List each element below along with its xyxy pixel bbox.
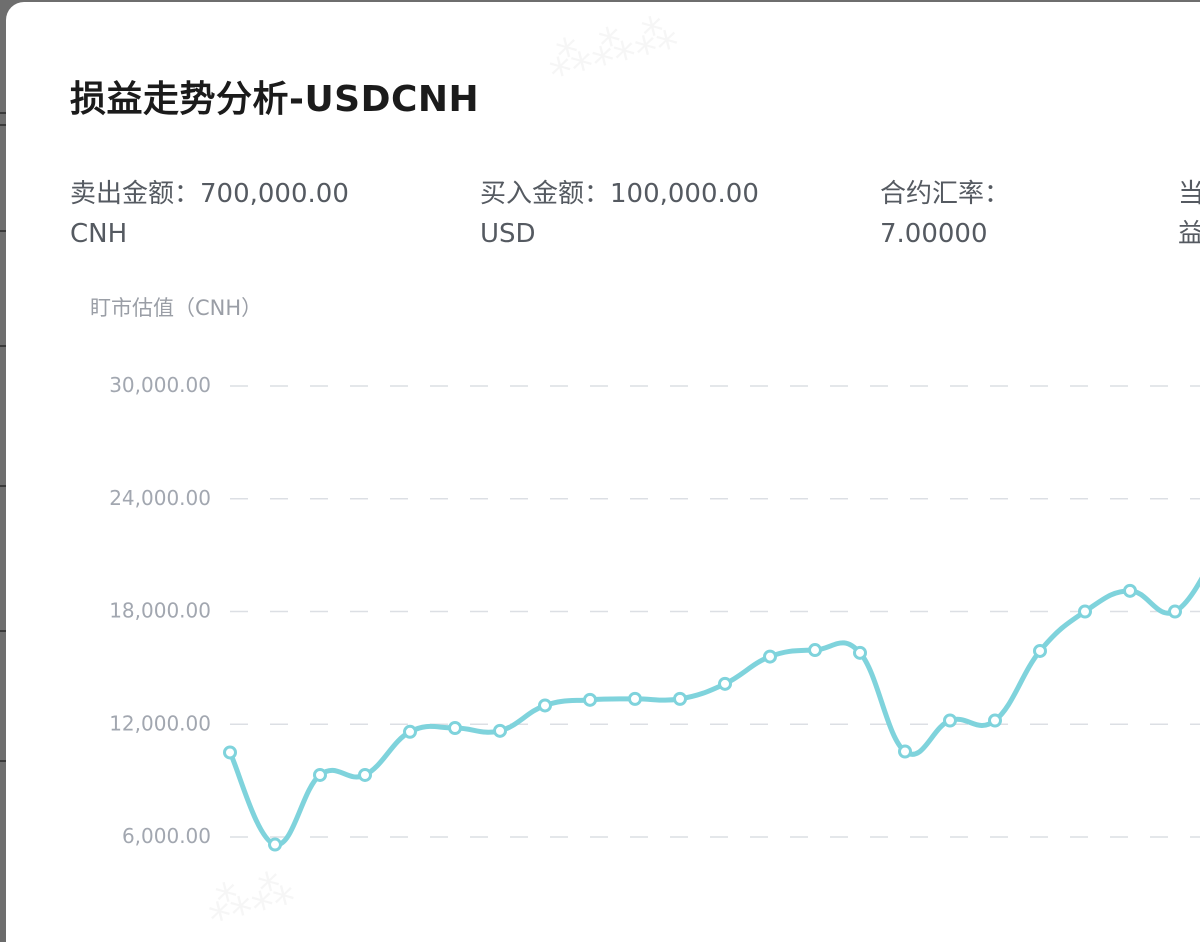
data-point[interactable]	[448, 721, 462, 736]
data-point[interactable]	[763, 649, 777, 664]
data-point[interactable]	[898, 744, 912, 759]
data-point[interactable]	[1123, 583, 1137, 598]
y-tick-label: 24,000.00	[109, 486, 211, 510]
data-point[interactable]	[988, 713, 1002, 728]
pnl-line-chart: 6,000.00 12,000.00 18,000.00 24,000.00 30,00…	[109, 373, 1200, 852]
data-point[interactable]	[628, 691, 642, 706]
data-point[interactable]	[583, 692, 597, 707]
data-point[interactable]	[223, 745, 237, 760]
data-point[interactable]	[313, 767, 327, 782]
data-point[interactable]	[808, 643, 822, 658]
data-point[interactable]	[493, 723, 507, 738]
y-tick-label: 18,000.00	[109, 599, 211, 623]
series-line	[227, 576, 1200, 848]
data-point[interactable]	[853, 645, 867, 660]
data-point[interactable]	[1168, 604, 1182, 619]
data-point[interactable]	[718, 676, 732, 691]
data-point[interactable]	[1033, 643, 1047, 658]
y-tick-label: 12,000.00	[109, 711, 211, 735]
data-point[interactable]	[673, 691, 687, 706]
data-point[interactable]	[1078, 604, 1092, 619]
y-tick-label: 30,000.00	[109, 373, 211, 397]
data-point[interactable]	[538, 698, 552, 713]
data-point[interactable]	[403, 724, 417, 739]
data-point[interactable]	[358, 767, 372, 782]
y-tick-label: 6,000.00	[122, 824, 211, 848]
data-point[interactable]	[943, 713, 957, 728]
pnl-trend-dialog: ⁂⁂⁂ ⁂⁂ 损益走势分析-USDCNH 卖出金额：700,000.00 CNH…	[6, 2, 1200, 942]
data-point[interactable]	[268, 837, 282, 852]
